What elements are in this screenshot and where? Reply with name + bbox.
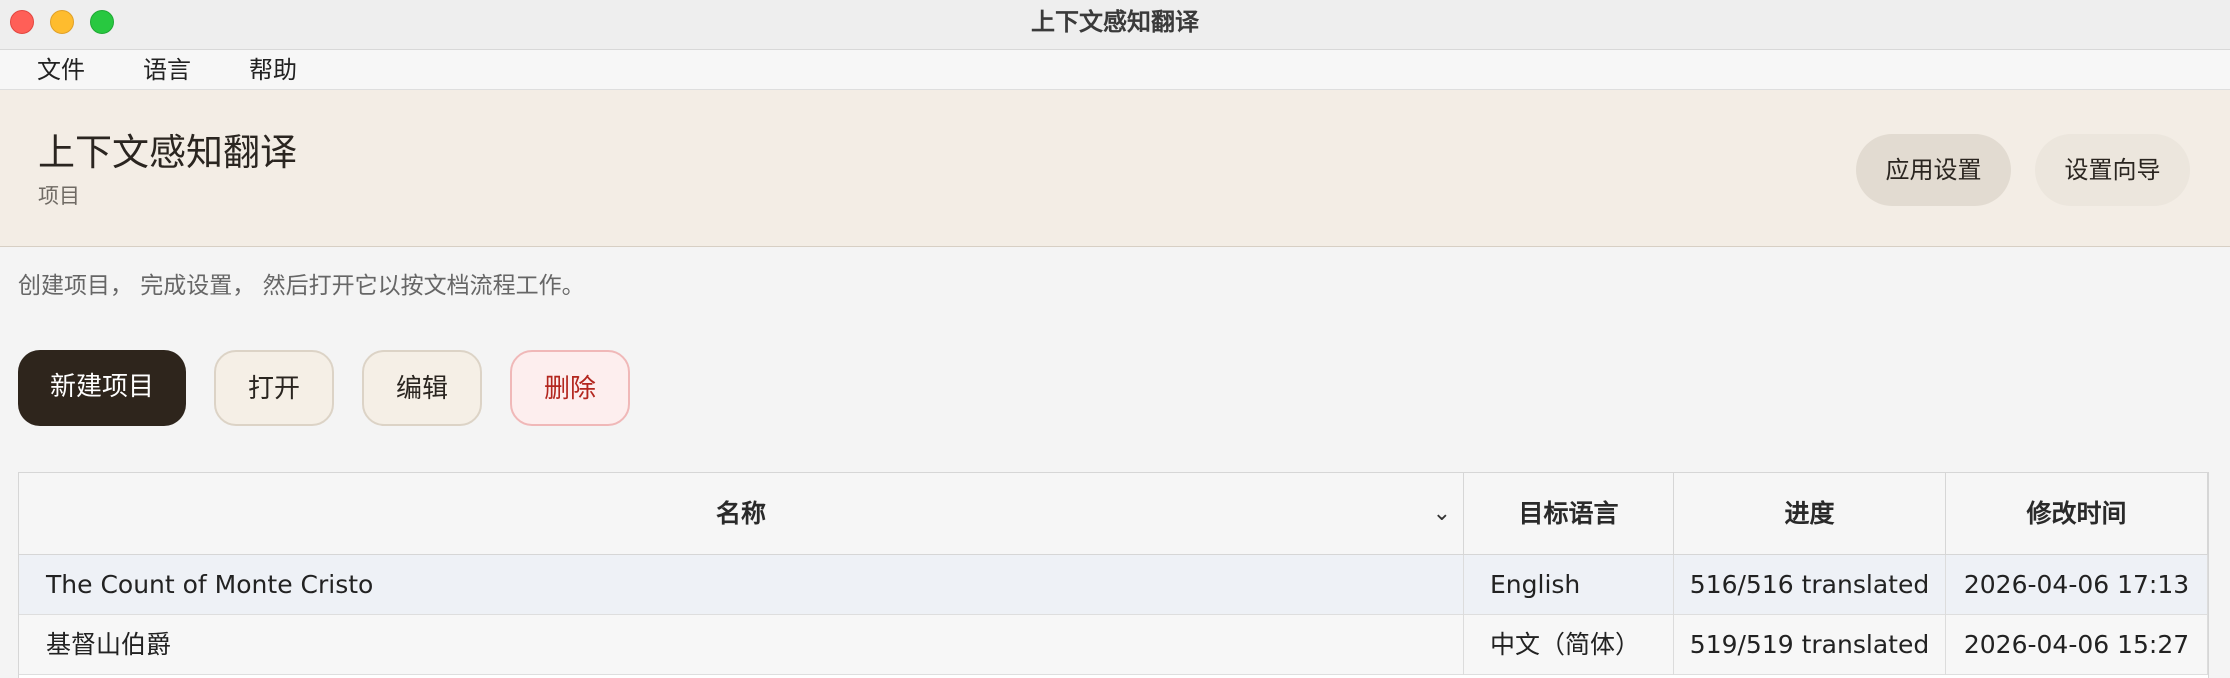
menu-file[interactable]: 文件 <box>37 54 85 86</box>
menu-bar: 文件 语言 帮助 <box>0 50 2230 90</box>
app-settings-button[interactable]: 应用设置 <box>1856 134 2011 206</box>
hint-text: 创建项目， 完成设置， 然后打开它以按文档流程工作。 <box>18 273 585 299</box>
table-header: 名称 ⌄ 目标语言 进度 修改时间 <box>19 473 2208 555</box>
window-title: 上下文感知翻译 <box>1031 8 1199 36</box>
cell-name: 基督山伯爵 <box>19 615 1464 675</box>
page-header: 上下文感知翻译 项目 应用设置 设置向导 <box>0 90 2230 247</box>
column-header-progress[interactable]: 进度 <box>1674 473 1946 555</box>
cell-progress: 519/519 translated <box>1674 615 1946 675</box>
edit-project-button[interactable]: 编辑 <box>362 350 482 426</box>
column-header-label: 名称 <box>715 499 766 528</box>
column-header-modified[interactable]: 修改时间 <box>1946 473 2208 555</box>
page-title: 上下文感知翻译 <box>38 131 297 174</box>
cell-progress: 516/516 translated <box>1674 555 1946 615</box>
new-project-button[interactable]: 新建项目 <box>18 350 186 426</box>
cell-modified: 2026-04-06 15:27 <box>1946 615 2208 675</box>
table-row[interactable]: The Count of Monte Cristo English 516/51… <box>19 555 2208 615</box>
column-header-target-language[interactable]: 目标语言 <box>1464 473 1674 555</box>
cell-language: 中文（简体） <box>1464 615 1674 675</box>
cell-name: The Count of Monte Cristo <box>19 555 1464 615</box>
setup-wizard-button[interactable]: 设置向导 <box>2035 134 2190 206</box>
cell-language: English <box>1464 555 1674 615</box>
title-bar: 上下文感知翻译 <box>0 0 2230 50</box>
menu-language[interactable]: 语言 <box>143 54 191 86</box>
cell-modified: 2026-04-06 17:13 <box>1946 555 2208 615</box>
column-header-name[interactable]: 名称 ⌄ <box>19 473 1464 555</box>
delete-project-button[interactable]: 删除 <box>510 350 630 426</box>
menu-help[interactable]: 帮助 <box>249 54 297 86</box>
open-project-button[interactable]: 打开 <box>214 350 334 426</box>
table-row[interactable]: 基督山伯爵 中文（简体） 519/519 translated 2026-04-… <box>19 615 2208 675</box>
page-subtitle: 项目 <box>38 184 80 208</box>
projects-table: 名称 ⌄ 目标语言 进度 修改时间 The Count of Monte Cri… <box>18 472 2209 678</box>
chevron-down-icon[interactable]: ⌄ <box>1433 473 1451 555</box>
